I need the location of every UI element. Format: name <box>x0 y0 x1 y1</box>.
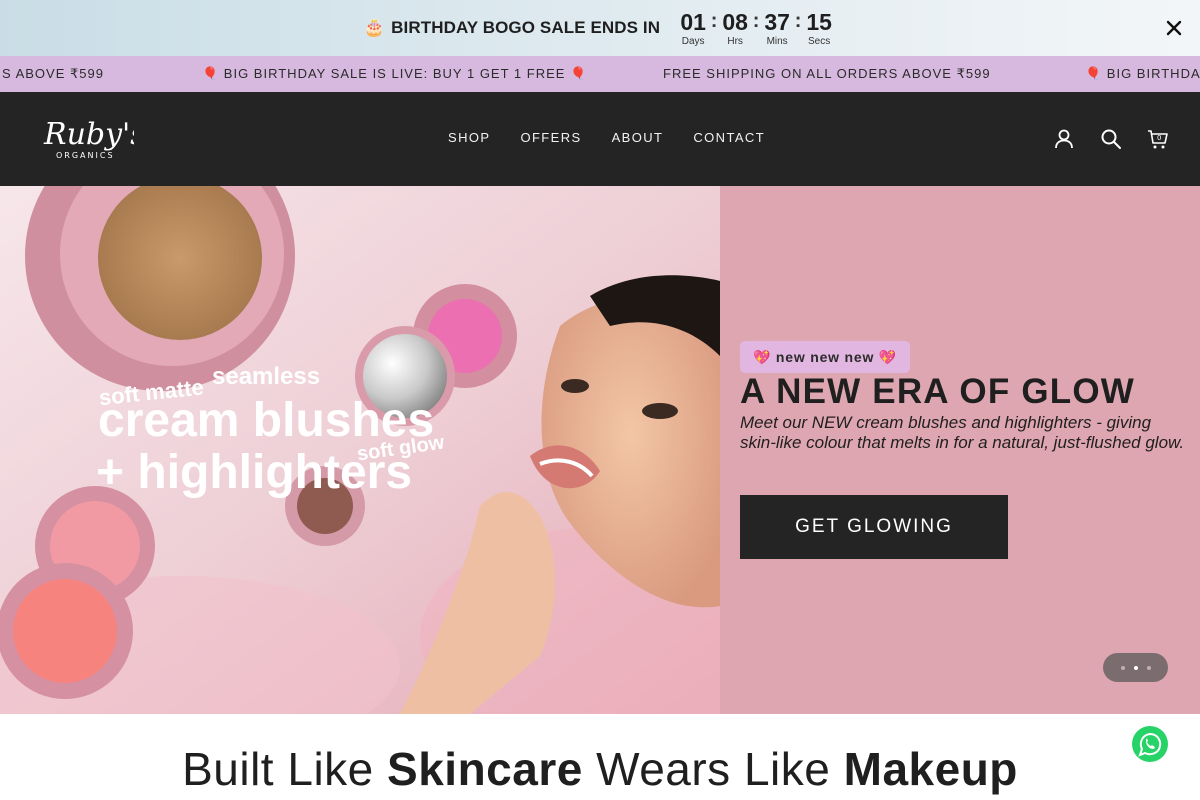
announcement-marquee: S ABOVE ₹599 🎈 BIG BIRTHDAY SALE IS LIVE… <box>0 56 1200 92</box>
cart-count: 0 <box>1157 134 1161 142</box>
nav-contact[interactable]: CONTACT <box>693 130 765 145</box>
timer-hours-value: 08 <box>722 8 748 35</box>
hero-subtitle: Meet our NEW cream blushes and highlight… <box>740 413 1185 452</box>
timer-hours-label: Hrs <box>727 35 743 47</box>
marquee-item: 🎈 BIG BIRTHDAY <box>1085 66 1200 81</box>
timer-mins: 37 Mins <box>760 10 794 47</box>
cake-icon: 🎂 <box>363 18 386 37</box>
slider-dot[interactable] <box>1120 665 1125 670</box>
tagline-bold: Skincare <box>387 743 583 795</box>
marquee-item: FREE SHIPPING ON ALL ORDERS ABOVE ₹599 <box>663 66 991 81</box>
timer-secs: 15 Secs <box>802 10 836 47</box>
hero-image-text: seamless <box>212 363 320 390</box>
section-tagline: Built Like Skincare Wears Like Makeup <box>0 742 1200 796</box>
marquee-item: S ABOVE ₹599 <box>2 66 104 81</box>
hero-title: A NEW ERA OF GLOW <box>740 372 1135 411</box>
timer-days-label: Days <box>681 35 705 47</box>
timer-mins-value: 37 <box>764 8 790 35</box>
site-header: Ruby's ORGANICS SHOP OFFERS ABOUT CONTAC… <box>0 92 1200 186</box>
timer-mins-label: Mins <box>766 35 788 47</box>
timer-separator: : <box>710 9 718 32</box>
timer-days-value: 01 <box>680 8 706 35</box>
search-icon <box>1101 129 1121 149</box>
countdown-title: 🎂 BIRTHDAY BOGO SALE ENDS IN <box>364 18 660 38</box>
account-icon <box>1055 129 1073 149</box>
main-nav: SHOP OFFERS ABOUT CONTACT <box>448 130 795 145</box>
tagline-text: Wears Like <box>582 743 844 795</box>
whatsapp-icon <box>1129 723 1171 765</box>
hero-image[interactable]: soft matte seamless cream blushes soft g… <box>0 186 720 714</box>
tagline-text: Built Like <box>182 743 388 795</box>
brand-logo[interactable]: Ruby's ORGANICS <box>42 110 146 166</box>
timer-separator: : <box>794 9 802 32</box>
countdown-label: BIRTHDAY BOGO SALE ENDS IN <box>391 18 661 37</box>
svg-text:Ruby's: Ruby's <box>43 117 134 152</box>
slider-dot[interactable] <box>1146 665 1151 670</box>
header-actions: 0 <box>1052 127 1170 151</box>
timer-separator: : <box>752 9 760 32</box>
new-badge: 💖 new new new 💖 <box>740 341 911 373</box>
cart-button[interactable]: 0 <box>1146 127 1170 151</box>
timer-days: 01 Days <box>676 10 710 47</box>
countdown-timer: 01 Days : 08 Hrs : 37 Mins : 15 Secs <box>676 10 836 47</box>
countdown-banner: 🎂 BIRTHDAY BOGO SALE ENDS IN 01 Days : 0… <box>0 0 1200 56</box>
slider-dot-active[interactable] <box>1133 665 1138 670</box>
hero-image-text: + highlighters <box>96 446 412 499</box>
close-icon <box>1166 20 1182 36</box>
search-button[interactable] <box>1099 127 1123 151</box>
nav-offers[interactable]: OFFERS <box>520 130 581 145</box>
cart-icon: 0 <box>1148 130 1168 149</box>
marquee-item: 🎈 BIG BIRTHDAY SALE IS LIVE: BUY 1 GET 1… <box>202 66 588 81</box>
slider-dots <box>1103 653 1168 682</box>
nav-shop[interactable]: SHOP <box>448 130 490 145</box>
get-glowing-button[interactable]: GET GLOWING <box>740 495 1008 559</box>
timer-secs-value: 15 <box>806 8 832 35</box>
svg-text:ORGANICS: ORGANICS <box>56 151 115 160</box>
nav-about[interactable]: ABOUT <box>612 130 664 145</box>
whatsapp-button[interactable] <box>1128 722 1172 766</box>
hero-content: 💖 new new new 💖 A NEW ERA OF GLOW Meet o… <box>720 186 1200 714</box>
account-button[interactable] <box>1052 127 1076 151</box>
timer-secs-label: Secs <box>808 35 831 47</box>
close-banner-button[interactable] <box>1160 14 1188 42</box>
tagline-bold: Makeup <box>843 743 1018 795</box>
timer-hours: 08 Hrs <box>718 10 752 47</box>
